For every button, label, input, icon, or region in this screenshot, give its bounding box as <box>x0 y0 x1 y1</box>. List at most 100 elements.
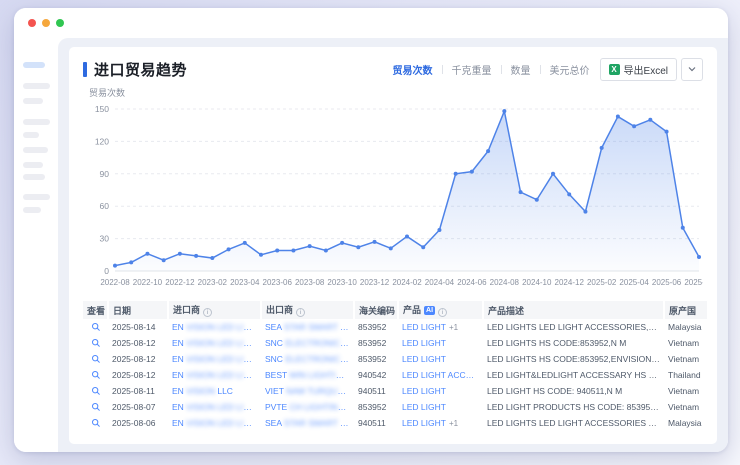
svg-text:2024-12: 2024-12 <box>555 278 585 287</box>
sidebar-item[interactable] <box>23 194 50 200</box>
origin-country-cell: Vietnam <box>664 399 707 415</box>
product-link[interactable]: LED LIGHT <box>398 383 483 399</box>
sidebar-item[interactable] <box>23 174 45 180</box>
importer-link[interactable]: EN VISION LED LIGHTI NG I... <box>168 351 261 367</box>
info-icon[interactable]: i <box>296 308 305 317</box>
table-body: 2025-08-14EN VISION LED LIGHTI NG I...SE… <box>83 319 707 431</box>
sidebar-item[interactable] <box>23 147 48 153</box>
product-link[interactable]: LED LIGHT <box>398 399 483 415</box>
shipments-table: 查看日期进口商i出口商i海关编码产品AIi产品描述原产国 2025-08-14E… <box>83 301 707 431</box>
product-link[interactable]: LED LIGHT <box>398 335 483 351</box>
svg-text:2024-06: 2024-06 <box>457 278 487 287</box>
exporter-link[interactable]: VIET NAM TURQUOISE <box>261 383 354 399</box>
app-window: 进口贸易趋势 贸易次数 千克重量 数量 美元总价 X 导出Excel <box>14 8 728 452</box>
export-excel-button[interactable]: X 导出Excel <box>600 58 677 81</box>
product-extra-count[interactable]: +1 <box>449 323 458 332</box>
sidebar-item[interactable] <box>23 162 43 168</box>
minimize-window-icon[interactable] <box>42 19 50 27</box>
chart-series-label: 贸易次数 <box>89 86 703 99</box>
tab-metric-3[interactable]: 美元总价 <box>550 62 590 77</box>
exporter-link[interactable]: SNC ELECTRONICS V IET... <box>261 335 354 351</box>
svg-text:2024-08: 2024-08 <box>490 278 520 287</box>
origin-country-cell: Vietnam <box>664 335 707 351</box>
exporter-link[interactable]: BEST WIN LIGHTING THA... <box>261 367 354 383</box>
tab-metric-0[interactable]: 贸易次数 <box>393 62 433 77</box>
description-cell: LED LIGHT&LEDLIGHT ACCESSARY HS CODE: 94… <box>483 367 664 383</box>
info-icon[interactable]: i <box>438 308 447 317</box>
sidebar-item[interactable] <box>23 207 41 213</box>
hs-code-cell: 940511 <box>354 415 398 431</box>
product-link[interactable]: LED LIGHT ACCESSORY <box>398 367 483 383</box>
tab-metric-2[interactable]: 数量 <box>511 62 531 77</box>
product-link[interactable]: LED LIGHT+1 <box>398 319 483 335</box>
date-cell: 2025-08-06 <box>108 415 168 431</box>
svg-text:30: 30 <box>100 234 110 244</box>
product-link[interactable]: LED LIGHT+1 <box>398 415 483 431</box>
info-icon[interactable]: i <box>203 308 212 317</box>
sidebar-item[interactable] <box>23 98 43 104</box>
sidebar-item[interactable] <box>23 119 50 125</box>
svg-text:60: 60 <box>100 201 110 211</box>
tab-separator <box>540 65 541 74</box>
trend-card: 进口贸易趋势 贸易次数 千克重量 数量 美元总价 X 导出Excel <box>69 47 717 444</box>
description-cell: LED LIGHT PRODUCTS HS CODE: 853952,NUWAT… <box>483 399 664 415</box>
importer-link[interactable]: EN VISION LED LIGHTI NG I... <box>168 399 261 415</box>
view-detail-icon[interactable] <box>91 418 101 428</box>
importer-link[interactable]: EN VISION LLC <box>168 383 261 399</box>
view-detail-icon[interactable] <box>91 338 101 348</box>
tab-metric-1[interactable]: 千克重量 <box>452 62 492 77</box>
origin-country-cell: Vietnam <box>664 383 707 399</box>
origin-country-cell: Vietnam <box>664 351 707 367</box>
svg-text:2025-06: 2025-06 <box>652 278 682 287</box>
view-detail-icon[interactable] <box>91 370 101 380</box>
exporter-link[interactable]: PVTE CH LIGHTING S W VI... <box>261 399 354 415</box>
title-accent-bar <box>83 62 87 77</box>
product-link[interactable]: LED LIGHT <box>398 351 483 367</box>
product-extra-count[interactable]: +1 <box>449 419 458 428</box>
sidebar-item[interactable] <box>23 132 39 138</box>
excel-icon: X <box>609 64 620 75</box>
svg-text:2025-08: 2025-08 <box>684 278 703 287</box>
table-row: 2025-08-12EN VISION LED LIGHTI NG I...SN… <box>83 351 707 367</box>
importer-link[interactable]: EN VISION LED LIGHTI NG I... <box>168 319 261 335</box>
origin-country-cell: Thailand <box>664 367 707 383</box>
column-header-1: 日期 <box>108 301 168 319</box>
importer-link[interactable]: EN VISION LED LIGHTI NG I... <box>168 367 261 383</box>
importer-link[interactable]: EN VISION LED LIGHTI NG I... <box>168 335 261 351</box>
ai-badge: AI <box>424 306 435 315</box>
close-window-icon[interactable] <box>28 19 36 27</box>
page-title: 进口贸易趋势 <box>94 59 187 80</box>
hs-code-cell: 853952 <box>354 351 398 367</box>
description-cell: LED LIGHT HS CODE: 940511,N M <box>483 383 664 399</box>
view-detail-icon[interactable] <box>91 322 101 332</box>
description-cell: LED LIGHTS HS CODE:853952,ENVISIONLED <box>483 351 664 367</box>
table-row: 2025-08-11EN VISION LLCVIET NAM TURQUOIS… <box>83 383 707 399</box>
svg-text:2023-10: 2023-10 <box>327 278 357 287</box>
exporter-link[interactable]: SEA STAR SMART TE CH ... <box>261 415 354 431</box>
importer-link[interactable]: EN VISION LED LIGHTI NG I... <box>168 415 261 431</box>
exporter-link[interactable]: SNC ELECTRONICS V IET... <box>261 351 354 367</box>
table-row: 2025-08-07EN VISION LED LIGHTI NG I...PV… <box>83 399 707 415</box>
view-detail-icon[interactable] <box>91 386 101 396</box>
hs-code-cell: 940511 <box>354 383 398 399</box>
view-detail-icon[interactable] <box>91 354 101 364</box>
date-cell: 2025-08-14 <box>108 319 168 335</box>
svg-text:2022-12: 2022-12 <box>165 278 195 287</box>
svg-text:2024-02: 2024-02 <box>392 278 422 287</box>
sidebar-item[interactable] <box>23 62 45 68</box>
tab-separator <box>501 65 502 74</box>
date-cell: 2025-08-07 <box>108 399 168 415</box>
trend-chart: 贸易次数 03060901201502022-082022-102022-122… <box>83 86 703 298</box>
sidebar-item[interactable] <box>23 83 50 89</box>
svg-text:2023-04: 2023-04 <box>230 278 260 287</box>
export-dropdown-button[interactable] <box>681 58 703 81</box>
chart-canvas[interactable]: 03060901201502022-082022-102022-122023-0… <box>83 99 703 298</box>
view-detail-icon[interactable] <box>91 402 101 412</box>
exporter-link[interactable]: SEA STAR SMART TE CH ... <box>261 319 354 335</box>
maximize-window-icon[interactable] <box>56 19 64 27</box>
card-header: 进口贸易趋势 贸易次数 千克重量 数量 美元总价 X 导出Excel <box>83 56 703 82</box>
description-cell: LED LIGHTS LED LIGHT ACCESSORIES,ENVISIO… <box>483 319 664 335</box>
column-header-7: 原产国 <box>664 301 707 319</box>
tab-separator <box>442 65 443 74</box>
description-cell: LED LIGHTS HS CODE:853952,N M <box>483 335 664 351</box>
